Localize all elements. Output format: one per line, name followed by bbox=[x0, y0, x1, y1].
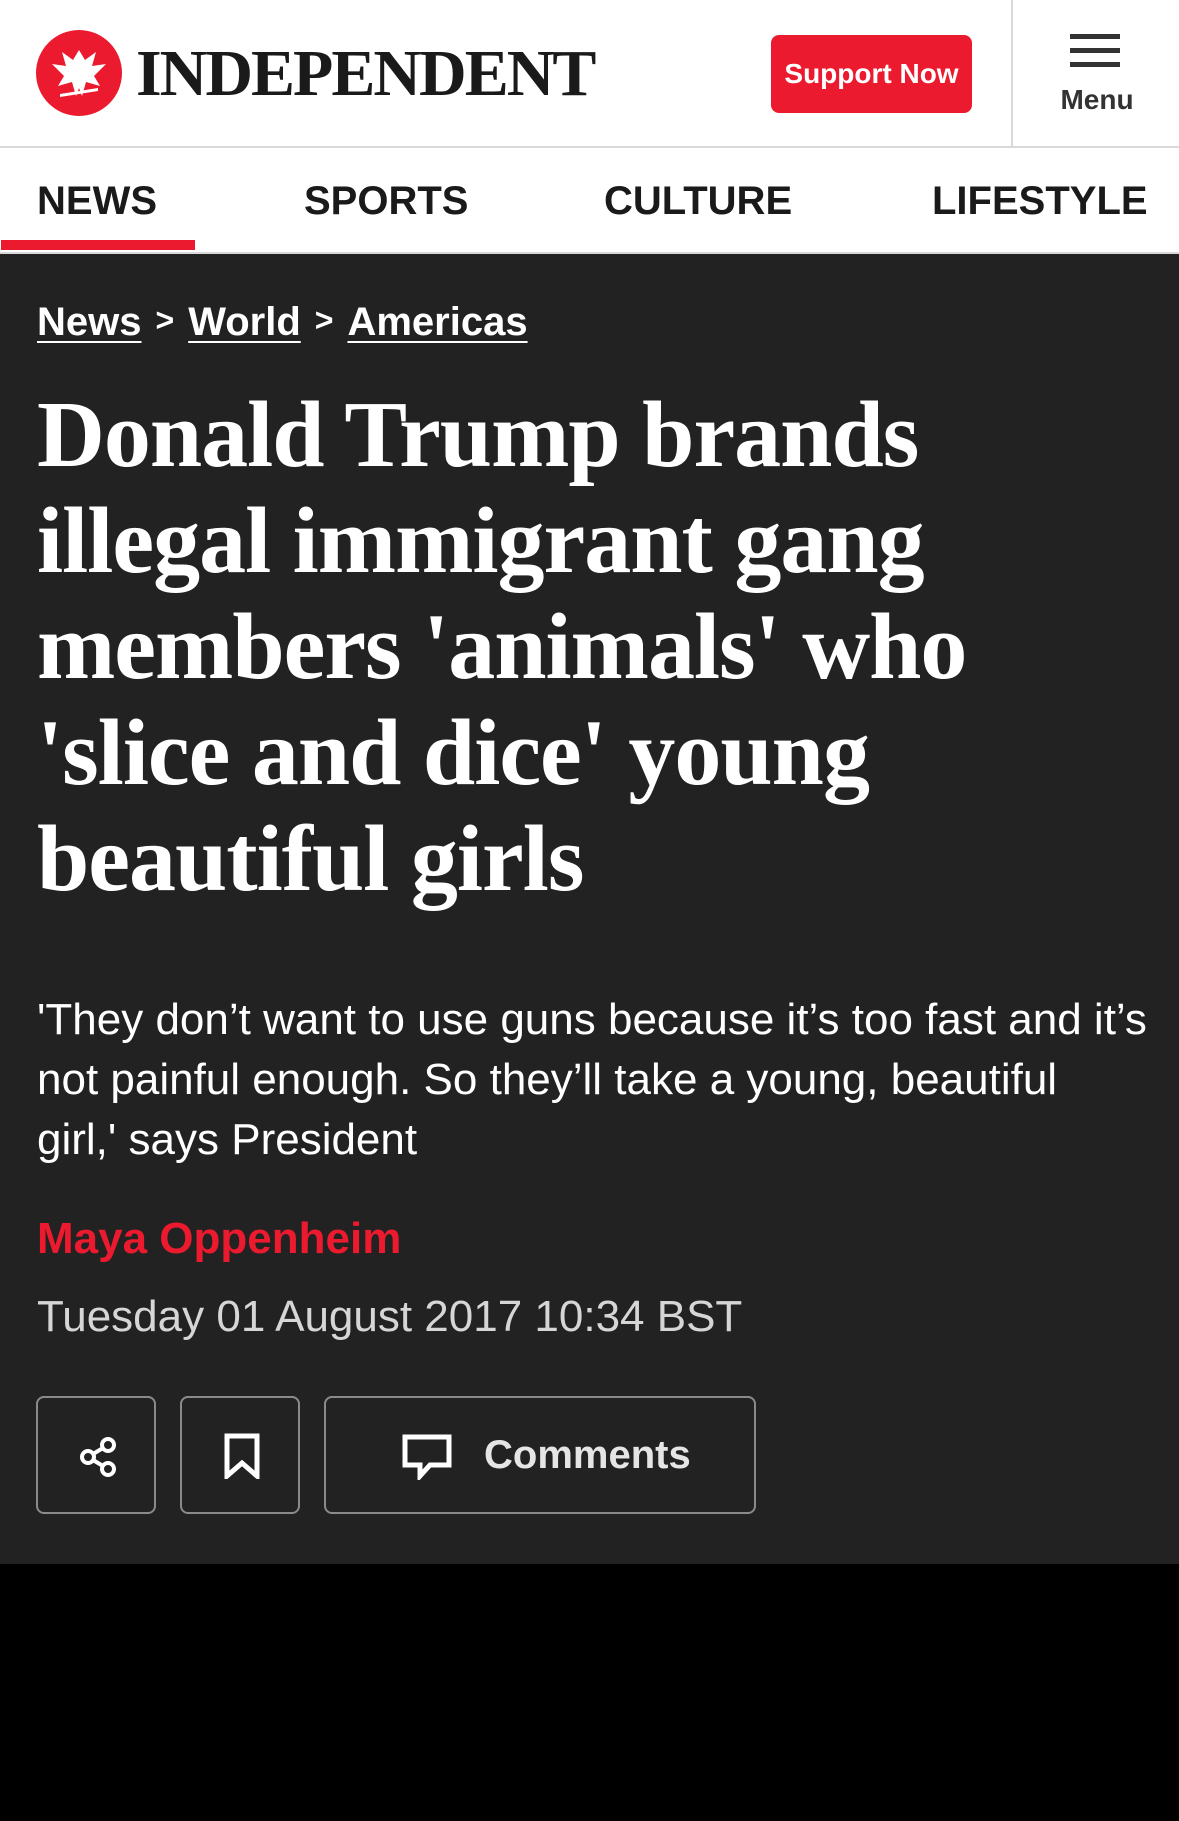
support-now-button[interactable]: Support Now bbox=[771, 35, 972, 113]
hamburger-menu-icon bbox=[1070, 34, 1120, 67]
publish-date: Tuesday 01 August 2017 10:34 BST bbox=[37, 1292, 743, 1341]
section-nav: NEWS SPORTS CULTURE LIFESTYLE bbox=[0, 148, 1179, 254]
bookmark-button[interactable] bbox=[180, 1396, 300, 1514]
tab-news[interactable]: NEWS bbox=[1, 148, 195, 252]
tab-culture[interactable]: CULTURE bbox=[604, 148, 792, 252]
share-icon bbox=[80, 1437, 116, 1477]
article-standfirst: 'They don’t want to use guns because it’… bbox=[37, 995, 1147, 1164]
comment-icon bbox=[402, 1434, 452, 1480]
article-header: News > World > Americas Donald Trump brands … bbox=[0, 254, 1179, 1564]
breadcrumb-world[interactable]: World bbox=[188, 300, 301, 344]
bookmark-icon bbox=[224, 1433, 260, 1479]
author-byline[interactable]: Maya Oppenheim bbox=[37, 1214, 401, 1264]
tab-sports[interactable]: SPORTS bbox=[304, 148, 468, 252]
comments-label: Comments bbox=[484, 1433, 691, 1477]
breadcrumb: News > World > Americas bbox=[37, 300, 528, 345]
header-divider bbox=[1011, 0, 1013, 146]
breadcrumb-news[interactable]: News bbox=[37, 300, 142, 344]
site-logo-wordmark[interactable]: INDEPENDENT bbox=[136, 38, 596, 110]
menu-button[interactable]: Menu bbox=[1015, 0, 1179, 146]
breadcrumb-separator: > bbox=[314, 302, 334, 338]
breadcrumb-americas[interactable]: Americas bbox=[347, 300, 527, 344]
site-header: INDEPENDENT Support Now Menu bbox=[0, 0, 1179, 148]
eagle-logo-icon[interactable] bbox=[36, 30, 122, 116]
tab-lifestyle[interactable]: LIFESTYLE bbox=[932, 148, 1148, 252]
article-headline: Donald Trump brands illegal immigrant ga… bbox=[37, 383, 967, 911]
comments-button[interactable]: Comments bbox=[324, 1396, 756, 1514]
menu-label: Menu bbox=[1060, 84, 1134, 115]
breadcrumb-separator: > bbox=[155, 302, 175, 338]
share-button[interactable] bbox=[36, 1396, 156, 1514]
